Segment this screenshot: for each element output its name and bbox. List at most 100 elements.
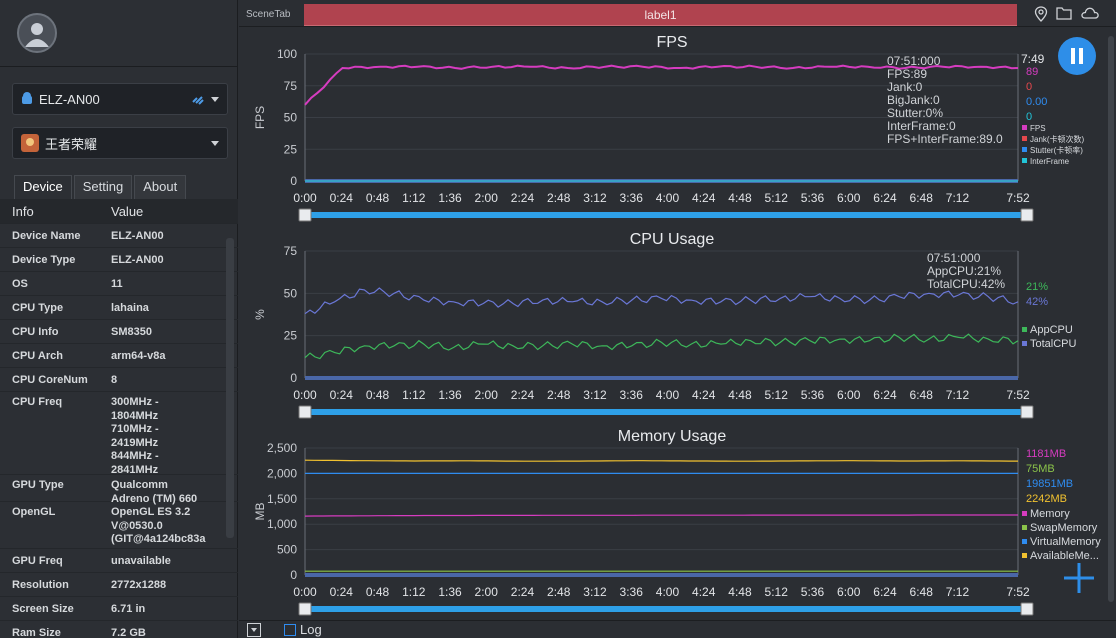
legend-label: Memory: [1030, 508, 1070, 520]
x-tick-label: 6:24: [873, 585, 897, 599]
x-tick-label: 1:36: [438, 191, 462, 205]
tooltip-line: InterFrame:0: [887, 119, 956, 133]
x-tick-label: 0:24: [330, 388, 354, 402]
current-value: 42%: [1026, 296, 1048, 308]
current-value: 89: [1026, 66, 1038, 78]
chart-2: Memory Usage 0 500 1,000 1,500 2,000 2,500 MB 0:…: [253, 428, 1101, 616]
y-tick-label: 50: [284, 286, 298, 300]
app-select[interactable]: 王者荣耀: [12, 127, 228, 159]
location-pin-icon[interactable]: [1034, 6, 1048, 22]
tooltip-line: 07:51:000: [887, 54, 941, 68]
scene-label[interactable]: label1: [304, 4, 1017, 26]
info-key: Screen Size: [12, 603, 74, 615]
table-scrollbar[interactable]: [226, 238, 234, 538]
range-slider-handle-right: [1020, 208, 1034, 222]
charts-canvas: FPS0255075100FPS0:00 0:24 0:48 1:12 1:36 2:00…: [253, 34, 1101, 616]
info-key: Device Name: [12, 230, 81, 242]
info-value: OpenGL ES 3.2 V@0530.0 (GIT@4a124bc83a: [111, 506, 206, 545]
tooltip-line: FPS:89: [887, 67, 927, 81]
table-row: CPU Type lahaina: [0, 295, 238, 319]
collapse-icon[interactable]: [247, 622, 261, 637]
x-tick-label: 6:48: [910, 388, 934, 402]
chart-title: CPU Usage: [630, 231, 715, 248]
user-avatar[interactable]: [17, 13, 57, 53]
table-row: CPU Freq 300MHz - 1804MHz 710MHz - 2419MH…: [0, 391, 238, 476]
info-key: CPU CoreNum: [12, 374, 88, 386]
legend-label: SwapMemory: [1030, 522, 1098, 534]
x-tick-label: 0:00: [293, 388, 317, 402]
chart-scrollbar[interactable]: [1108, 36, 1114, 602]
x-tick-label: 4:48: [728, 585, 752, 599]
device-select-value: ELZ-AN00: [39, 91, 100, 107]
info-value: ELZ-AN00: [111, 254, 164, 266]
chart-title: FPS: [656, 34, 687, 51]
x-tick-label: 7:12: [946, 388, 970, 402]
y-tick-label: 0: [290, 371, 297, 385]
tab-setting[interactable]: Setting: [73, 175, 133, 199]
divider: [0, 66, 238, 67]
x-tick-label: 0:24: [330, 585, 354, 599]
table-row: GPU Freq unavailable: [0, 548, 238, 572]
x-tick-label: 4:00: [656, 585, 680, 599]
x-tick-label: 0:00: [293, 191, 317, 205]
tooltip-line: Stutter:0%: [887, 106, 943, 120]
x-tick-label: 4:00: [656, 388, 680, 402]
current-value: 19851MB: [1026, 478, 1073, 490]
x-tick-label: 5:12: [765, 191, 789, 205]
info-value: 2772x1288: [111, 579, 167, 591]
x-tick-label: 3:36: [620, 191, 644, 205]
range-slider-handle-left: [298, 208, 312, 222]
info-key: GPU Type: [12, 479, 64, 491]
cloud-icon[interactable]: [1080, 6, 1100, 20]
chart-1: CPU Usage 0 25 50 75% 0:00 0:24 0:48 1:12 1:36 2:0…: [253, 231, 1077, 419]
current-value: 2242MB: [1026, 493, 1067, 505]
x-tick-label: 5:36: [801, 585, 825, 599]
scene-tabbar: SceneTab label1: [239, 4, 1116, 26]
scene-tab[interactable]: SceneTab: [239, 4, 303, 26]
table-row: Device Type ELZ-AN00: [0, 247, 238, 271]
pause-icon: [1071, 48, 1083, 64]
x-tick-label: 2:48: [547, 585, 571, 599]
range-slider-handle-left: [298, 602, 312, 616]
x-tick-label: 5:12: [765, 585, 789, 599]
x-tick-label: 4:24: [692, 388, 716, 402]
info-value: SM8350: [111, 326, 152, 338]
current-value: 1181MB: [1026, 448, 1066, 460]
x-tick-label: 0:00: [293, 585, 317, 599]
y-tick-label: 0: [290, 568, 297, 582]
y-tick-label: 1,000: [267, 517, 297, 531]
link-icon[interactable]: [191, 93, 205, 105]
device-select[interactable]: ELZ-AN00: [12, 83, 228, 115]
tab-device[interactable]: Device: [14, 175, 72, 199]
log-checkbox[interactable]: [284, 623, 296, 636]
x-tick-label: 7:12: [946, 191, 970, 205]
x-tick-label: 2:00: [475, 585, 499, 599]
folder-icon[interactable]: [1056, 6, 1072, 20]
legend-label: TotalCPU: [1030, 338, 1077, 350]
android-icon: [22, 92, 32, 104]
table-row: CPU Arch arm64-v8a: [0, 343, 238, 367]
y-tick-label: 0: [290, 174, 297, 188]
info-key: OS: [12, 278, 28, 290]
tab-about[interactable]: About: [134, 175, 187, 199]
time-label: 7:49: [1021, 52, 1045, 66]
x-tick-label: 3:12: [583, 388, 607, 402]
pause-button[interactable]: [1058, 37, 1096, 75]
legend-swatch: [1022, 511, 1027, 516]
table-row: Ram Size 7.2 GB: [0, 620, 238, 638]
chart-area: FPS 0 25 50 75 100 FPS 0:00 0:24 0:48 1:12 1:36 2:00…: [239, 26, 1116, 620]
x-tick-label: 4:24: [692, 191, 716, 205]
table-header: Info Value: [0, 199, 238, 223]
current-value: 21%: [1026, 281, 1048, 293]
chart-title: Memory Usage: [618, 428, 727, 445]
y-tick-label: 100: [277, 47, 297, 61]
x-tick-label: 6:00: [837, 388, 861, 402]
legend-label: InterFrame: [1030, 157, 1070, 166]
current-value: 0: [1026, 111, 1032, 123]
tooltip-line: Jank:0: [887, 80, 923, 94]
tooltip-line: 07:51:000: [927, 251, 981, 265]
legend-swatch: [1022, 553, 1027, 558]
app-select-value: 王者荣耀: [45, 136, 98, 152]
x-tick-label: 2:24: [511, 191, 535, 205]
y-tick-label: 75: [284, 244, 298, 258]
